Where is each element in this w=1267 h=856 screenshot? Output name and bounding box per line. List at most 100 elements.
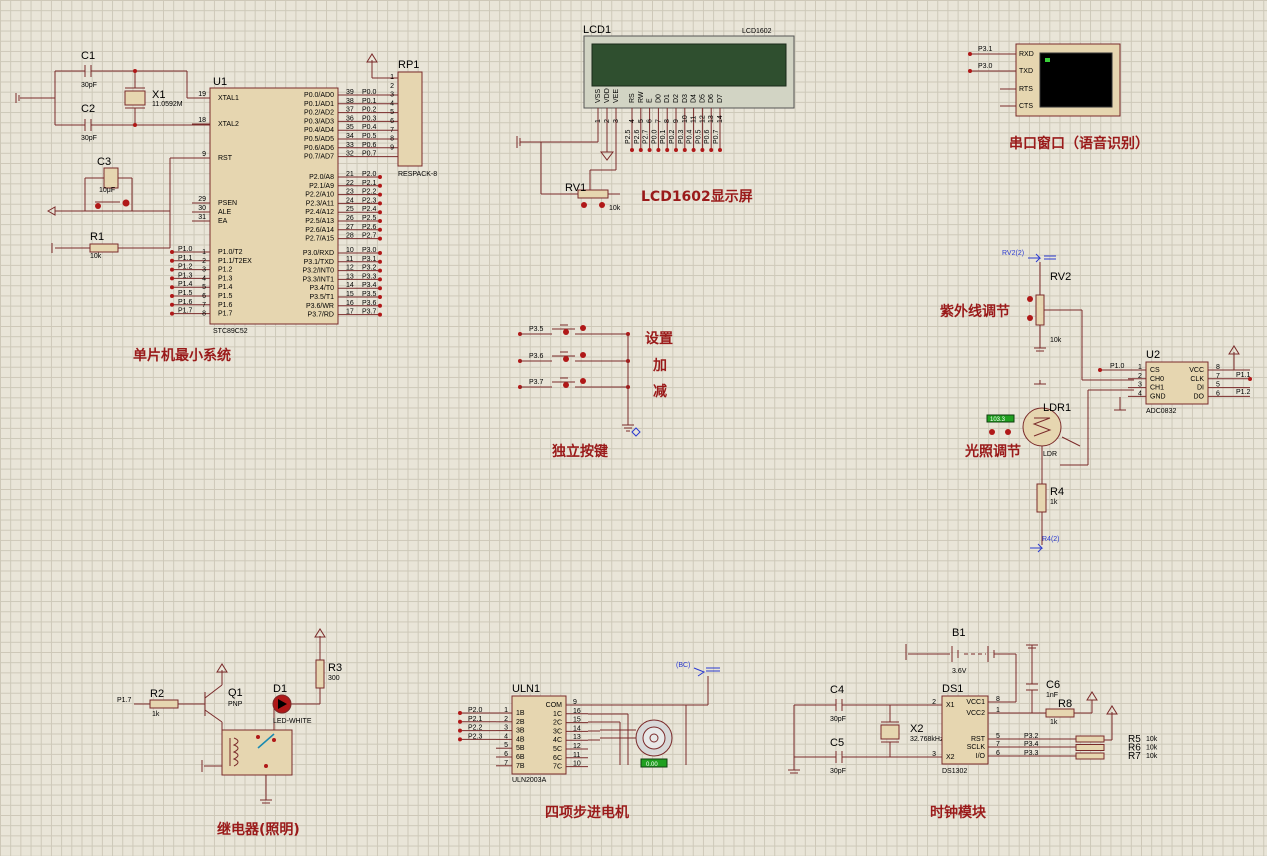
u2-pin-8-name: VCC xyxy=(1189,367,1204,374)
r8-value: 1k xyxy=(1050,719,1058,726)
rp1-pin-3: 3 xyxy=(390,92,394,99)
r7-value: 10k xyxy=(1146,753,1158,760)
ds1-pin-5-num: 5 xyxy=(996,733,1000,740)
rp1-value: RESPACK-8 xyxy=(398,171,437,178)
u1-pin-11-name: P3.1/TXD xyxy=(304,259,334,266)
r6-value: 10k xyxy=(1146,745,1158,752)
rv2-value: 10k xyxy=(1050,337,1062,344)
u2-pin-1-name: CS xyxy=(1150,367,1160,374)
lcd-pin-D5-num: 12 xyxy=(699,115,706,123)
serial-pin-TXD-net: P3.0 xyxy=(978,63,993,70)
r3-value: 300 xyxy=(328,675,340,682)
u1-pin-23-node xyxy=(378,192,382,197)
u1-pin-34-name: P0.5/AD5 xyxy=(304,136,334,143)
lcd-pin-D0-name: D0 xyxy=(655,94,662,103)
lcd-pin-D5-net: P0.5 xyxy=(695,129,702,144)
ds1-pin-8-name: VCC1 xyxy=(966,699,985,706)
lcd-pin-D7-num: 14 xyxy=(717,115,724,123)
u1-pin-36-name: P0.3/AD3 xyxy=(304,118,334,125)
ds1-pin-6-name: I/O xyxy=(976,753,986,760)
lcd-pin-D6-node xyxy=(709,148,714,152)
key-P3.5-button-b[interactable] xyxy=(580,325,586,331)
lcd-pin-D6-num: 13 xyxy=(708,115,715,123)
rv2-ref: RV2 xyxy=(1050,271,1071,283)
lcd-pin-RS-num: 4 xyxy=(629,119,636,123)
u1-pin-8-net: P1.7 xyxy=(178,308,193,315)
c4-ref: C4 xyxy=(830,684,844,696)
u1-pin-26-node xyxy=(378,219,382,223)
lcd-pin-D3-node xyxy=(682,148,687,152)
u1-pin-13-num: 13 xyxy=(346,273,354,280)
u1-pin-23-name: P2.2/A10 xyxy=(305,192,334,199)
u1-pin-19-name: XTAL1 xyxy=(218,95,239,102)
lcd-pin-D5-name: D5 xyxy=(699,94,706,103)
u1-pin-3-num: 3 xyxy=(202,267,206,274)
c3-ref: C3 xyxy=(97,156,111,168)
rp1-pin-2: 2 xyxy=(390,83,394,90)
u2-pin-7-name: CLK xyxy=(1190,376,1204,383)
r2-ref: R2 xyxy=(150,688,164,700)
u1-pin-28-name: P2.7/A15 xyxy=(305,236,334,243)
x2-value: 32.768kHz xyxy=(910,736,944,743)
motor-reading: 0.00 xyxy=(646,762,658,768)
ds1-pin-5-name: RST xyxy=(971,736,986,743)
u1-pin-6-node xyxy=(170,294,174,298)
uln-pin-13-num: 13 xyxy=(573,734,581,741)
section-label-stepper: 四项步进电机 xyxy=(545,804,629,821)
u1-pin-10-node xyxy=(378,251,382,255)
r1-ref: R1 xyxy=(90,231,104,243)
u1-pin-11-net: P3.1 xyxy=(362,256,377,263)
schematic-canvas[interactable]: .w { stroke: #7a2a2a; stroke-width: 1; f… xyxy=(0,0,1267,856)
rv2-net-label: RV2(2) xyxy=(1002,250,1024,257)
u1-pin-38-net: P0.1 xyxy=(362,98,377,105)
section-label-serial: 串口窗口（语音识别） xyxy=(1009,135,1149,152)
lcd-pin-D1-node xyxy=(665,148,670,152)
rp1-pin-5: 5 xyxy=(390,109,394,116)
c2-value: 30pF xyxy=(81,135,97,142)
uln-pin-16-num: 16 xyxy=(573,708,581,715)
lcd-pin-D4-net: P0.4 xyxy=(687,129,694,144)
u2-ref: U2 xyxy=(1146,349,1160,361)
key-P3.7-button[interactable] xyxy=(563,382,569,388)
uln-pin-4-net: P2.3 xyxy=(468,733,483,740)
uln-pin-1-name: 1B xyxy=(516,710,525,717)
lcd-section: LCD1 LCD1602 VSS 1 VDD 2 VEE 3 RS 4 P2.5 RW 5 P2.6 E… xyxy=(516,24,795,212)
u1-pin-18-num: 18 xyxy=(198,117,206,124)
lcd-pin-D1-net: P0.1 xyxy=(660,129,667,144)
key-P3.7-button-b[interactable] xyxy=(580,378,586,384)
serial-pin-TXD-name: TXD xyxy=(1019,68,1033,75)
u2-pin-8-num: 8 xyxy=(1216,364,1220,371)
uln-pin-2-num: 2 xyxy=(504,716,508,723)
u2-pin-5-num: 5 xyxy=(1216,382,1220,389)
lcd-pin-VEE-num: 3 xyxy=(613,119,620,123)
u2-pin-5-name: DI xyxy=(1197,385,1204,392)
u1-pin-28-node xyxy=(378,236,382,241)
lcd-pin-VEE-name: VEE xyxy=(613,89,620,103)
rp1-pin-6: 6 xyxy=(390,118,394,125)
key-P3.5-button[interactable] xyxy=(563,329,569,335)
uln-pin-3-node xyxy=(458,728,462,733)
u1-pin-36-net: P0.3 xyxy=(362,115,377,122)
u1-pin-24-name: P2.3/A11 xyxy=(306,200,334,207)
ds1-pin-6-num: 6 xyxy=(996,750,1000,757)
section-label-uv: 紫外线调节 xyxy=(940,303,1010,320)
serial-pin-TXD-node xyxy=(968,69,972,73)
u1-pin-2-net: P1.1 xyxy=(178,255,193,262)
section-label-light: 光照调节 xyxy=(964,443,1021,460)
u1-pin-17-name: P3.7/RD xyxy=(308,312,334,319)
lcd1-ref: LCD1 xyxy=(583,24,611,36)
uln-pin-2-net: P2.1 xyxy=(468,716,483,723)
r4-ref: R4 xyxy=(1050,486,1064,498)
u1-pin-21-node xyxy=(378,175,382,179)
section-label-mcu: 单片机最小系统 xyxy=(133,347,231,364)
c1-ref: C1 xyxy=(81,50,95,62)
u1-pin-13-name: P3.3/INT1 xyxy=(302,276,334,283)
u1-pin-1-name: P1.0/T2 xyxy=(218,249,243,256)
rv1-ref: RV1 xyxy=(565,182,586,194)
r4-value: 1k xyxy=(1050,499,1058,506)
u1-pin-21-num: 21 xyxy=(346,171,354,178)
ds1-pin-6-net: P3.3 xyxy=(1024,750,1039,757)
u1-ref: U1 xyxy=(213,76,227,88)
key-P3.6-button-b[interactable] xyxy=(580,352,586,358)
key-P3.6-button[interactable] xyxy=(563,356,569,362)
